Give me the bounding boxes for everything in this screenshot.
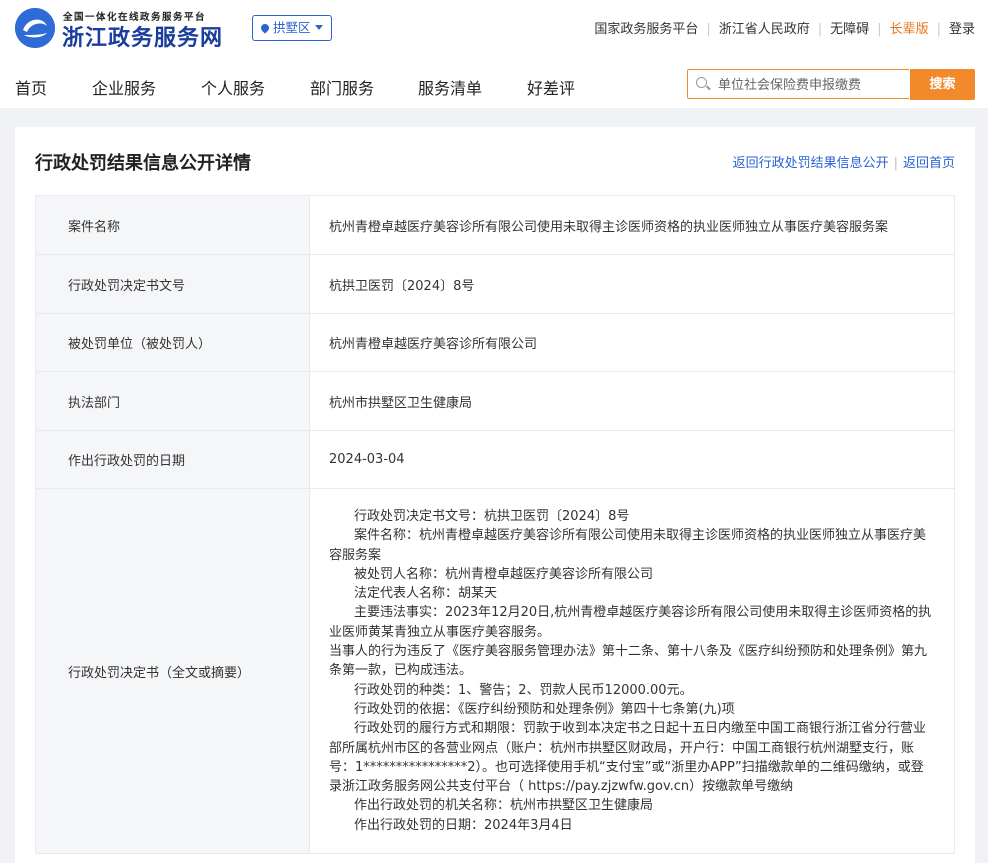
region-selector[interactable]: 拱墅区 [252,15,332,41]
row-value: 杭拱卫医罚〔2024〕8号 [309,254,955,314]
row-label: 行政处罚决定书（全文或摘要） [35,487,310,855]
nav-home[interactable]: 首页 [15,75,47,99]
summary-line: 作出行政处罚的机关名称：杭州市拱墅区卫生健康局 [354,798,654,814]
back-home-link[interactable]: 返回首页 [903,156,955,171]
page-title: 行政处罚结果信息公开详情 [35,153,251,174]
nav-evaluation[interactable]: 好差评 [527,75,575,99]
link-elder-version[interactable]: 长辈版 [890,22,929,37]
table-row: 执法部门 杭州市拱墅区卫生健康局 [35,371,955,431]
nav-service-list[interactable]: 服务清单 [418,75,482,99]
top-header: 全国一体化在线政务服务平台 浙江政务服务网 拱墅区 国家政务服务平台 | 浙江省人民… [0,0,988,108]
site-title[interactable]: 浙江政务服务网 [62,20,223,52]
search-icon [696,77,707,88]
row-value: 杭州青橙卓越医疗美容诊所有限公司 [309,313,955,372]
link-zhejiang-government[interactable]: 浙江省人民政府 [719,22,810,37]
search-button[interactable]: 搜索 [910,69,975,100]
row-value: 2024-03-04 [309,430,955,489]
table-row: 被处罚单位（被处罚人） 杭州青橙卓越医疗美容诊所有限公司 [35,313,955,372]
summary-line: 行政处罚的依据：《医疗纠纷预防和处理条例》第四十七条第(九)项 [354,701,735,717]
table-row: 行政处罚决定书文号 杭拱卫医罚〔2024〕8号 [35,254,955,314]
location-pin-icon [259,22,271,34]
nav-personal-services[interactable]: 个人服务 [201,75,265,99]
nav-department-services[interactable]: 部门服务 [310,75,374,99]
caret-down-icon [314,25,323,30]
back-links: 返回行政处罚结果信息公开 | 返回首页 [732,156,955,171]
detail-panel: 行政处罚结果信息公开详情 返回行政处罚结果信息公开 | 返回首页 案件名称 杭州青橙… [15,127,975,863]
detail-table: 案件名称 杭州青橙卓越医疗美容诊所有限公司使用未取得主诊医师资格的执业医师独立从… [35,195,955,855]
row-label: 作出行政处罚的日期 [35,430,310,489]
search-input[interactable] [716,74,905,96]
summary-line: 案件名称：杭州青橙卓越医疗美容诊所有限公司使用未取得主诊医师资格的执业医师独立从… [329,528,927,563]
row-value: 杭州青橙卓越医疗美容诊所有限公司使用未取得主诊医师资格的执业医师独立从事医疗美容… [309,195,955,255]
link-national-platform[interactable]: 国家政务服务平台 [594,22,698,37]
region-label: 拱墅区 [273,20,311,35]
back-to-list-link[interactable]: 返回行政处罚结果信息公开 [733,156,889,171]
table-row: 作出行政处罚的日期 2024-03-04 [35,430,955,489]
table-row: 行政处罚决定书（全文或摘要） 行政处罚决定书文号：杭拱卫医罚〔2024〕8号 案… [35,487,955,855]
summary-line: 行政处罚的种类：1、警告；2、罚款人民币12000.00元。 [354,682,693,698]
row-label: 案件名称 [35,195,310,255]
summary-line: 法定代表人名称：胡某天 [354,586,498,602]
summary-line: 被处罚人名称：杭州青橙卓越医疗美容诊所有限公司 [354,566,654,582]
top-links: 国家政务服务平台 | 浙江省人民政府 | 无障碍 | 长辈版 | 登录 [594,22,975,37]
link-accessibility[interactable]: 无障碍 [830,22,869,37]
summary-line: 当事人的行为违反了《医疗美容服务管理办法》第十二条、第十八条及《医疗纠纷预防和处… [329,644,928,679]
zhejiang-logo-icon[interactable] [15,8,55,48]
nav-enterprise-services[interactable]: 企业服务 [92,75,156,99]
link-login[interactable]: 登录 [949,22,975,37]
row-label: 行政处罚决定书文号 [35,254,310,314]
row-value: 杭州市拱墅区卫生健康局 [309,371,955,431]
row-label: 被处罚单位（被处罚人） [35,313,310,372]
summary-line: 作出行政处罚的日期：2024年3月4日 [354,817,573,833]
search-box [687,69,909,99]
row-label: 执法部门 [35,371,310,431]
table-row: 案件名称 杭州青橙卓越医疗美容诊所有限公司使用未取得主诊医师资格的执业医师独立从… [35,195,955,255]
decision-summary: 行政处罚决定书文号：杭拱卫医罚〔2024〕8号 案件名称：杭州青橙卓越医疗美容诊… [309,487,955,855]
summary-line: 行政处罚的履行方式和期限：罚款于收到本决定书之日起十五日内缴至中国工商银行浙江省… [329,721,927,795]
summary-line: 行政处罚决定书文号：杭拱卫医罚〔2024〕8号 [354,509,630,524]
summary-line: 主要违法事实：2023年12月20日,杭州青橙卓越医疗美容诊所有限公司使用未取得… [329,605,932,640]
